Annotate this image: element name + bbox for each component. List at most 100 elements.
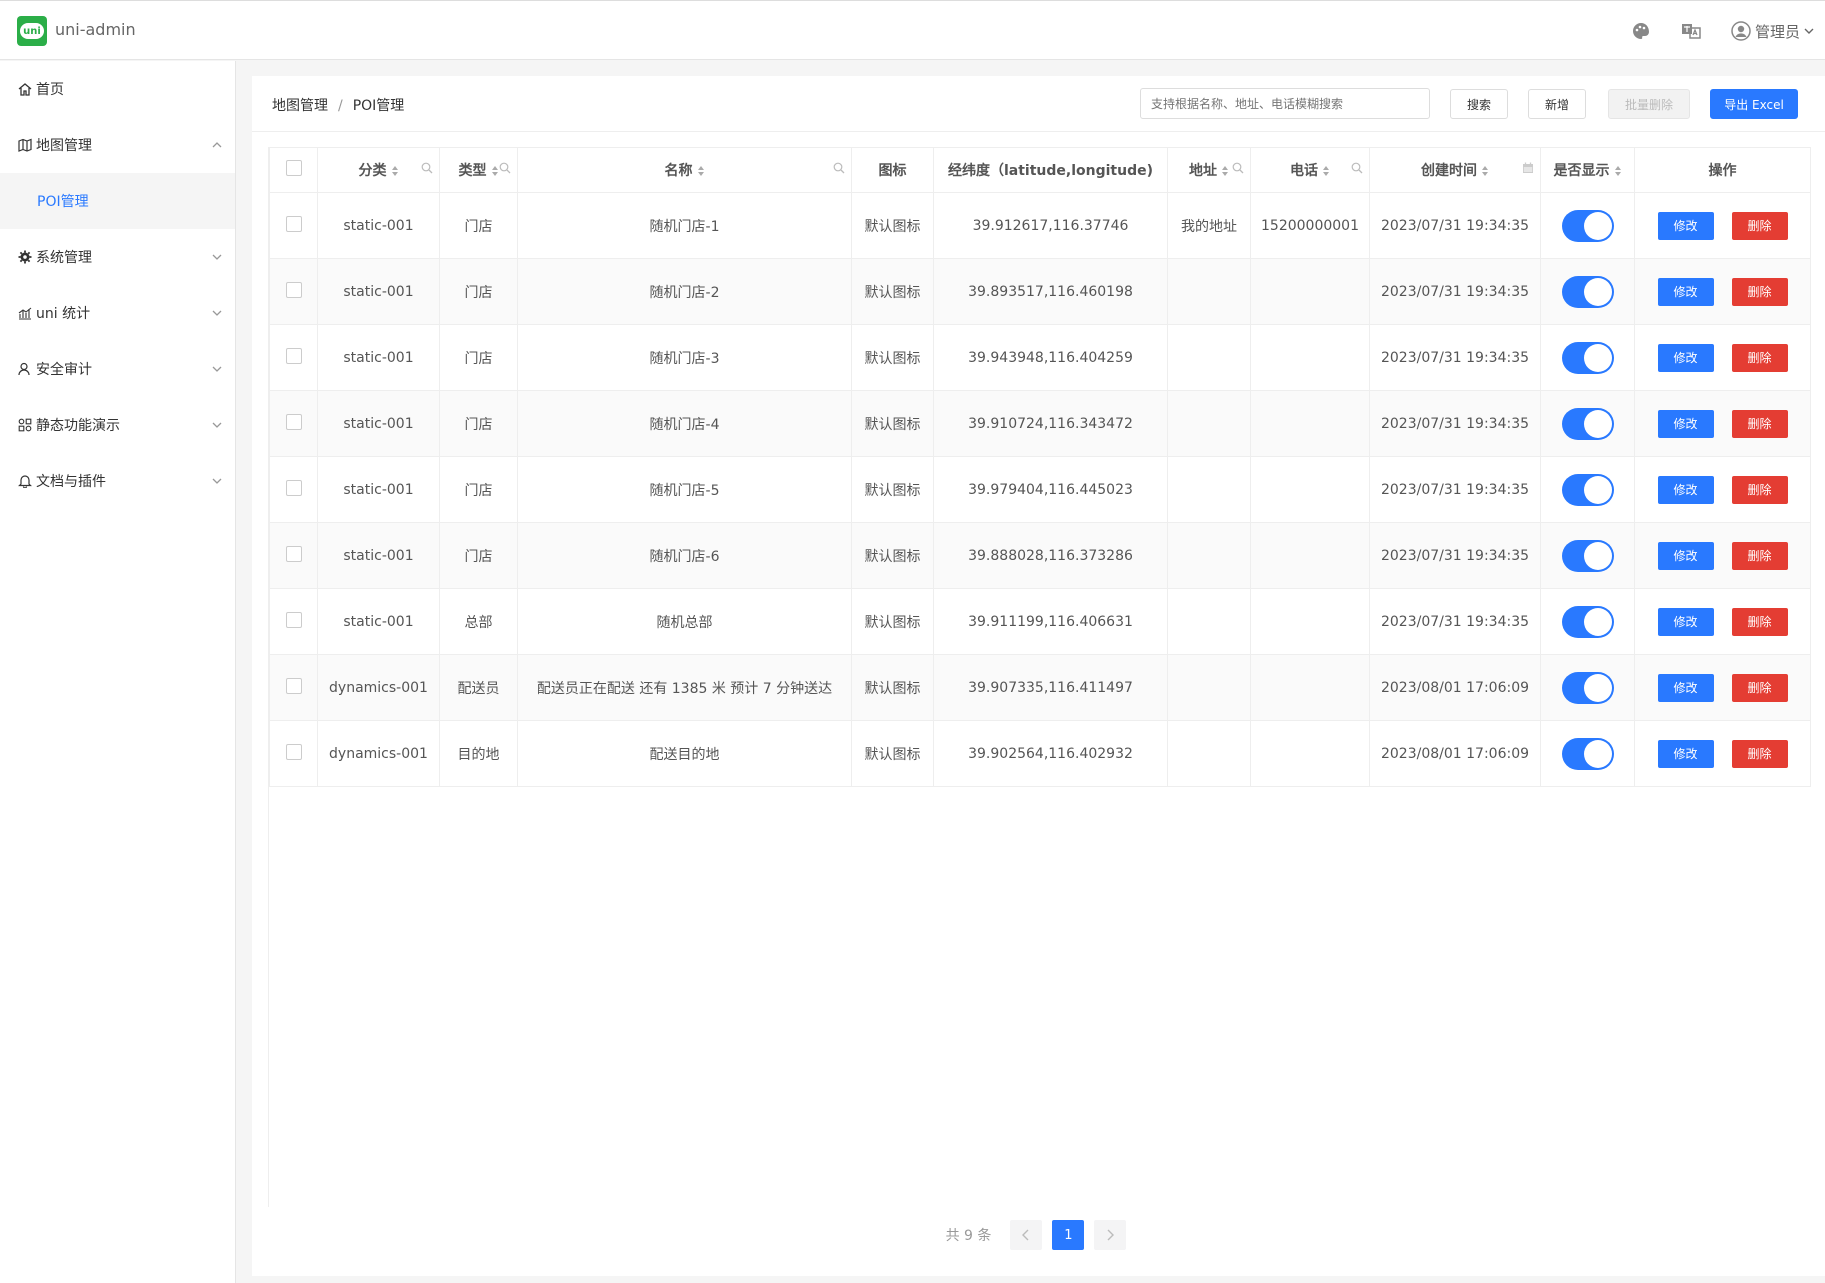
edit-button[interactable]: 修改 xyxy=(1657,607,1714,636)
row-checkbox[interactable] xyxy=(285,215,302,232)
edit-button[interactable]: 修改 xyxy=(1657,673,1714,702)
sort-icon[interactable] xyxy=(697,165,705,177)
sort-icon[interactable] xyxy=(491,165,499,177)
row-checkbox[interactable] xyxy=(285,413,302,430)
delete-button[interactable]: 删除 xyxy=(1731,475,1788,504)
row-select-cell[interactable] xyxy=(269,456,318,523)
select-all-checkbox[interactable] xyxy=(285,160,302,176)
row-checkbox[interactable] xyxy=(285,545,302,562)
cell-phone xyxy=(1250,456,1370,523)
sort-icon[interactable] xyxy=(1221,165,1229,177)
delete-button[interactable]: 删除 xyxy=(1731,343,1788,372)
search-icon[interactable] xyxy=(421,162,433,174)
visible-toggle[interactable] xyxy=(1561,275,1614,308)
column-header-name[interactable]: 名称 xyxy=(517,147,852,193)
row-select-cell[interactable] xyxy=(269,258,318,325)
table-row[interactable]: static-001 总部 随机总部 默认图标 39.911199,116.406631… xyxy=(269,588,1811,655)
table-row[interactable]: dynamics-001 配送员 配送员正在配送 还有 1385 米 预计 7 分钟… xyxy=(269,654,1811,721)
sidebar-item-map[interactable]: 地图管理 xyxy=(0,117,235,173)
visible-toggle[interactable] xyxy=(1561,407,1614,440)
language-icon[interactable] xyxy=(1681,21,1701,41)
delete-button[interactable]: 删除 xyxy=(1731,211,1788,240)
row-select-cell[interactable] xyxy=(269,192,318,259)
sidebar-item-system[interactable]: 系统管理 xyxy=(0,229,235,285)
edit-button[interactable]: 修改 xyxy=(1657,277,1714,306)
sidebar-item-poi[interactable]: POI管理 xyxy=(0,173,235,229)
sort-icon[interactable] xyxy=(1614,165,1622,177)
delete-button[interactable]: 删除 xyxy=(1731,277,1788,306)
prev-page-button[interactable] xyxy=(1010,1220,1043,1250)
sidebar-item-docs[interactable]: 文档与插件 xyxy=(0,453,235,509)
user-menu[interactable]: 管理员 xyxy=(1731,21,1815,42)
delete-button[interactable]: 删除 xyxy=(1731,673,1788,702)
edit-button[interactable]: 修改 xyxy=(1657,343,1714,372)
table-row[interactable]: static-001 门店 随机门店-5 默认图标 39.979404,116.4450… xyxy=(269,456,1811,523)
edit-button[interactable]: 修改 xyxy=(1657,475,1714,504)
edit-button[interactable]: 修改 xyxy=(1657,541,1714,570)
visible-toggle[interactable] xyxy=(1561,539,1614,572)
table-row[interactable]: dynamics-001 目的地 配送目的地 默认图标 39.902564,116.40… xyxy=(269,720,1811,787)
row-select-cell[interactable] xyxy=(269,588,318,655)
search-icon[interactable] xyxy=(833,162,845,174)
row-select-cell[interactable] xyxy=(269,324,318,391)
delete-button[interactable]: 删除 xyxy=(1731,607,1788,636)
sort-icon[interactable] xyxy=(1481,165,1489,177)
column-header-visible[interactable]: 是否显示 xyxy=(1540,147,1635,193)
row-select-cell[interactable] xyxy=(269,654,318,721)
palette-icon[interactable] xyxy=(1631,21,1651,41)
table-row[interactable]: static-001 门店 随机门店-4 默认图标 39.910724,116.3434… xyxy=(269,390,1811,457)
sidebar-item-stats[interactable]: uni 统计 xyxy=(0,285,235,341)
batch-delete-button[interactable]: 批量删除 xyxy=(1608,89,1690,119)
table-row[interactable]: static-001 门店 随机门店-2 默认图标 39.893517,116.4601… xyxy=(269,258,1811,325)
row-checkbox[interactable] xyxy=(285,347,302,364)
table-row[interactable]: static-001 门店 随机门店-1 默认图标 39.912617,116.3774… xyxy=(269,192,1811,259)
column-header-category[interactable]: 分类 xyxy=(317,147,440,193)
app-logo[interactable]: uni xyxy=(17,16,47,46)
column-header-created[interactable]: 创建时间 xyxy=(1369,147,1541,193)
header-select-all[interactable] xyxy=(269,147,318,193)
row-checkbox[interactable] xyxy=(285,611,302,628)
search-icon[interactable] xyxy=(1232,162,1244,174)
visible-toggle[interactable] xyxy=(1561,671,1614,704)
row-checkbox[interactable] xyxy=(285,281,302,298)
page-number-current[interactable]: 1 xyxy=(1052,1220,1085,1250)
column-header-address[interactable]: 地址 xyxy=(1167,147,1251,193)
export-excel-button[interactable]: 导出 Excel xyxy=(1710,89,1798,119)
sidebar-item-demo[interactable]: 静态功能演示 xyxy=(0,397,235,453)
row-select-cell[interactable] xyxy=(269,390,318,457)
row-select-cell[interactable] xyxy=(269,720,318,787)
delete-button[interactable]: 删除 xyxy=(1731,541,1788,570)
app-title[interactable]: uni-admin xyxy=(55,20,136,39)
edit-button[interactable]: 修改 xyxy=(1657,409,1714,438)
visible-toggle[interactable] xyxy=(1561,209,1614,242)
add-button[interactable]: 新增 xyxy=(1528,89,1586,119)
row-select-cell[interactable] xyxy=(269,522,318,589)
visible-toggle[interactable] xyxy=(1561,341,1614,374)
edit-button[interactable]: 修改 xyxy=(1657,211,1714,240)
visible-toggle[interactable] xyxy=(1561,737,1614,770)
next-page-button[interactable] xyxy=(1094,1220,1127,1250)
sidebar-item-audit[interactable]: 安全审计 xyxy=(0,341,235,397)
column-header-type[interactable]: 类型 xyxy=(439,147,518,193)
row-checkbox[interactable] xyxy=(285,479,302,496)
edit-button[interactable]: 修改 xyxy=(1657,739,1714,768)
visible-toggle[interactable] xyxy=(1561,605,1614,638)
sidebar-item-home[interactable]: 首页 xyxy=(0,61,235,117)
row-checkbox[interactable] xyxy=(285,743,302,760)
column-header-phone[interactable]: 电话 xyxy=(1250,147,1370,193)
search-button[interactable]: 搜索 xyxy=(1450,89,1508,119)
sort-icon[interactable] xyxy=(1322,165,1330,177)
row-checkbox[interactable] xyxy=(285,677,302,694)
delete-button[interactable]: 删除 xyxy=(1731,739,1788,768)
search-icon[interactable] xyxy=(1351,162,1363,174)
table-row[interactable]: static-001 门店 随机门店-6 默认图标 39.888028,116.3732… xyxy=(269,522,1811,589)
delete-button[interactable]: 删除 xyxy=(1731,409,1788,438)
search-icon[interactable] xyxy=(499,162,511,174)
sort-icon[interactable] xyxy=(391,165,399,177)
search-input[interactable] xyxy=(1140,88,1430,119)
breadcrumb-parent[interactable]: 地图管理 xyxy=(272,98,328,114)
cell-name: 随机门店-4 xyxy=(517,390,852,457)
calendar-icon[interactable] xyxy=(1522,162,1534,174)
visible-toggle[interactable] xyxy=(1561,473,1614,506)
table-row[interactable]: static-001 门店 随机门店-3 默认图标 39.943948,116.4042… xyxy=(269,324,1811,391)
